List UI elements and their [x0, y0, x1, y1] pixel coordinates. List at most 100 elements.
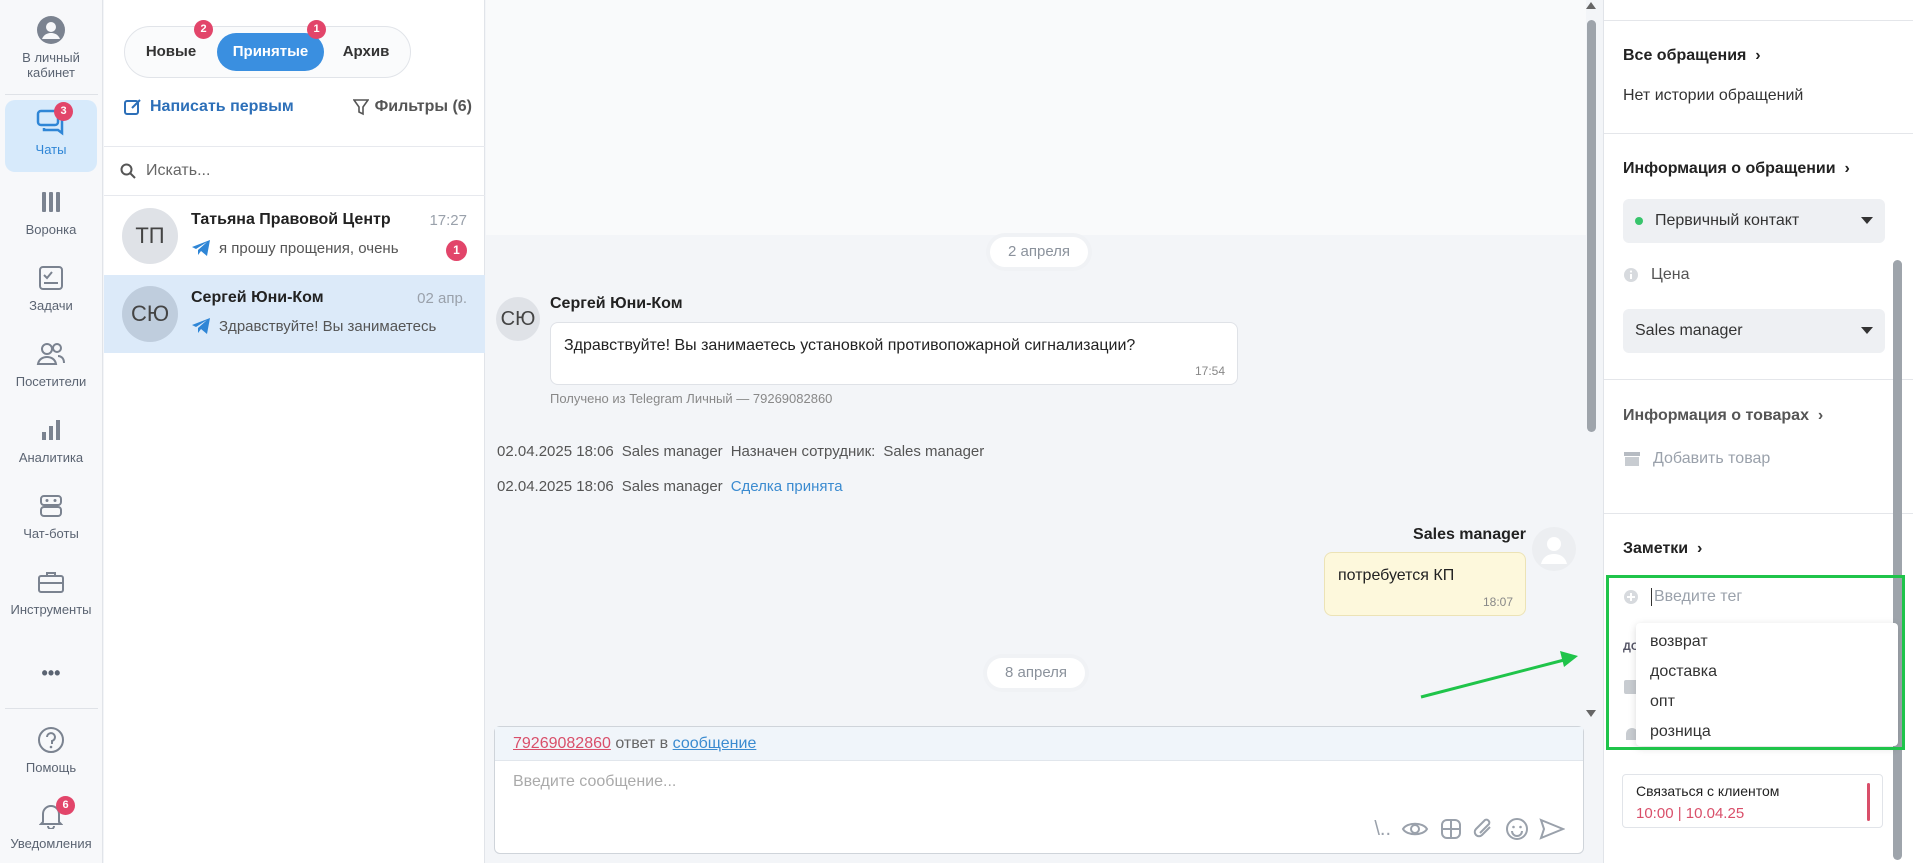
message-input[interactable]: [513, 773, 1563, 803]
message-text: Здравствуйте! Вы занимаетесь установкой …: [564, 337, 1136, 354]
nav-visitors[interactable]: Посетители: [5, 332, 97, 404]
chat-list-item[interactable]: СЮ Сергей Юни-Ком 02 апр. Здравствуйте! …: [104, 275, 485, 353]
scroll-up-icon[interactable]: [1586, 2, 1596, 9]
send-icon[interactable]: [1539, 818, 1565, 840]
nav-chatbots-label: Чат-боты: [23, 526, 79, 541]
tab-accepted[interactable]: Принятые 1: [217, 20, 326, 71]
task-priority-bar: [1867, 783, 1870, 821]
notifications-badge: 6: [56, 796, 75, 815]
task-title: Связаться с клиентом: [1636, 783, 1780, 799]
outgoing-message[interactable]: потребуется КП 18:07: [1324, 552, 1526, 616]
filters-button[interactable]: Фильтры (6): [352, 98, 472, 116]
history-empty-text: Нет истории обращений: [1623, 87, 1804, 104]
chat-scrollbar[interactable]: [1587, 20, 1596, 432]
nav-chatbots[interactable]: Чат-боты: [5, 484, 97, 556]
templates-icon[interactable]: [1439, 817, 1463, 841]
telegram-icon: [192, 240, 210, 256]
chat-list-panel: Новые 2 Принятые 1 Архив Написать первым…: [104, 0, 485, 863]
reply-message-link[interactable]: сообщение: [673, 735, 757, 752]
chatbot-icon: [35, 490, 67, 522]
date-divider: 2 апреля: [990, 237, 1089, 267]
event-text: Назначен сотрудник:: [730, 443, 876, 460]
nav-analytics-label: Аналитика: [18, 450, 84, 465]
visitors-icon: [35, 338, 67, 370]
manager-select[interactable]: Sales manager: [1623, 309, 1885, 353]
chat-preview: Здравствуйте! Вы занимаетесь: [191, 317, 461, 335]
scroll-down-icon[interactable]: [1586, 710, 1596, 717]
analytics-icon: [35, 414, 67, 446]
edit-icon: [124, 99, 141, 115]
message-author: Сергей Юни-Ком: [550, 295, 683, 312]
tab-accepted-badge: 1: [307, 20, 326, 39]
nav-analytics[interactable]: Аналитика: [5, 408, 97, 480]
write-first-button[interactable]: Написать первым: [124, 98, 294, 116]
eye-icon[interactable]: [1401, 819, 1429, 839]
info-icon: [1624, 268, 1638, 282]
nav-more[interactable]: •••: [5, 660, 97, 700]
search-icon: [120, 163, 136, 179]
search-bar: [104, 146, 485, 196]
notes-link[interactable]: Заметки ›: [1623, 540, 1702, 558]
tab-archive[interactable]: Архив: [330, 33, 402, 71]
nav-profile[interactable]: В личный кабинет: [5, 8, 97, 80]
chat-tabs: Новые 2 Принятые 1 Архив: [124, 20, 411, 78]
nav-funnel[interactable]: Воронка: [5, 180, 97, 252]
request-info-link[interactable]: Информация о обращении ›: [1623, 160, 1850, 178]
message-author: Sales manager: [1413, 526, 1526, 543]
chat-list-item[interactable]: ТП Татьяна Правовой Центр 17:27 я прошу …: [104, 197, 485, 275]
goods-info-link[interactable]: Информация о товарах ›: [1623, 407, 1823, 425]
message-time: 18:07: [1482, 595, 1513, 609]
add-goods-button[interactable]: Добавить товар: [1623, 450, 1770, 468]
quick-replies-icon[interactable]: \..: [1374, 818, 1391, 841]
tab-new-label: Новые: [145, 43, 197, 60]
chevron-right-icon: ›: [1813, 407, 1824, 424]
avatar: СЮ: [496, 297, 540, 341]
chats-badge: 3: [54, 102, 73, 121]
panel-scrollbar[interactable]: [1893, 260, 1902, 860]
search-input[interactable]: [146, 162, 466, 180]
event-value: Sales manager: [883, 443, 985, 460]
chevron-right-icon: ›: [1692, 540, 1703, 557]
nav-chats[interactable]: 3 Чаты: [5, 100, 97, 172]
tab-new[interactable]: Новые 2: [131, 20, 213, 71]
task-card[interactable]: Связаться с клиентом 10:00 | 10.04.25: [1622, 774, 1883, 828]
help-icon: [35, 724, 67, 756]
nav-notifications[interactable]: 6 Уведомления: [5, 794, 97, 863]
avatar: СЮ: [122, 286, 178, 342]
nav-tasks[interactable]: Задачи: [5, 256, 97, 328]
manager-value: Sales manager: [1635, 322, 1743, 339]
toolbox-icon: [35, 566, 67, 598]
incoming-message[interactable]: Здравствуйте! Вы занимаетесь установкой …: [550, 322, 1238, 385]
nav-notifications-label: Уведомления: [10, 836, 92, 851]
telegram-icon: [192, 318, 210, 334]
attach-icon[interactable]: [1473, 817, 1495, 841]
status-select[interactable]: Первичный контакт: [1623, 199, 1885, 243]
chat-preview: я прошу прощения, очень: [191, 239, 461, 257]
chats-icon: 3: [35, 102, 73, 138]
composer-tools: \..: [1374, 817, 1565, 841]
nav-chats-label: Чаты: [35, 142, 67, 157]
tab-archive-label: Архив: [342, 43, 390, 60]
event-user: Sales manager: [621, 443, 723, 460]
reply-bar: 79269082860 ответ в сообщение: [495, 727, 1583, 761]
event-user: Sales manager: [621, 478, 723, 495]
chevron-down-icon: [1861, 327, 1873, 334]
highlight-box: [1606, 575, 1905, 750]
event-date: 02.04.2025 18:06: [497, 443, 614, 460]
all-requests-link[interactable]: Все обращения ›: [1623, 47, 1761, 65]
chevron-down-icon: [1861, 217, 1873, 224]
nav-tools[interactable]: Инструменты: [5, 560, 97, 632]
reply-number[interactable]: 79269082860: [513, 735, 611, 752]
chat-window: 2 апреля СЮ Сергей Юни-Ком Здравствуйте!…: [486, 0, 1596, 863]
notes-label: Заметки: [1623, 540, 1689, 557]
price-field[interactable]: Цена: [1623, 266, 1689, 284]
system-event: 02.04.2025 18:06 Sales manager Назначен …: [497, 443, 984, 460]
status-value: Первичный контакт: [1655, 212, 1800, 229]
deal-accepted-link[interactable]: Сделка принята: [731, 478, 843, 495]
message-text: потребуется КП: [1338, 567, 1455, 584]
event-date: 02.04.2025 18:06: [497, 478, 614, 495]
reply-mid: ответ в: [615, 735, 669, 752]
emoji-icon[interactable]: [1505, 817, 1529, 841]
chevron-right-icon: ›: [1750, 47, 1761, 64]
nav-help[interactable]: Помощь: [5, 718, 97, 790]
